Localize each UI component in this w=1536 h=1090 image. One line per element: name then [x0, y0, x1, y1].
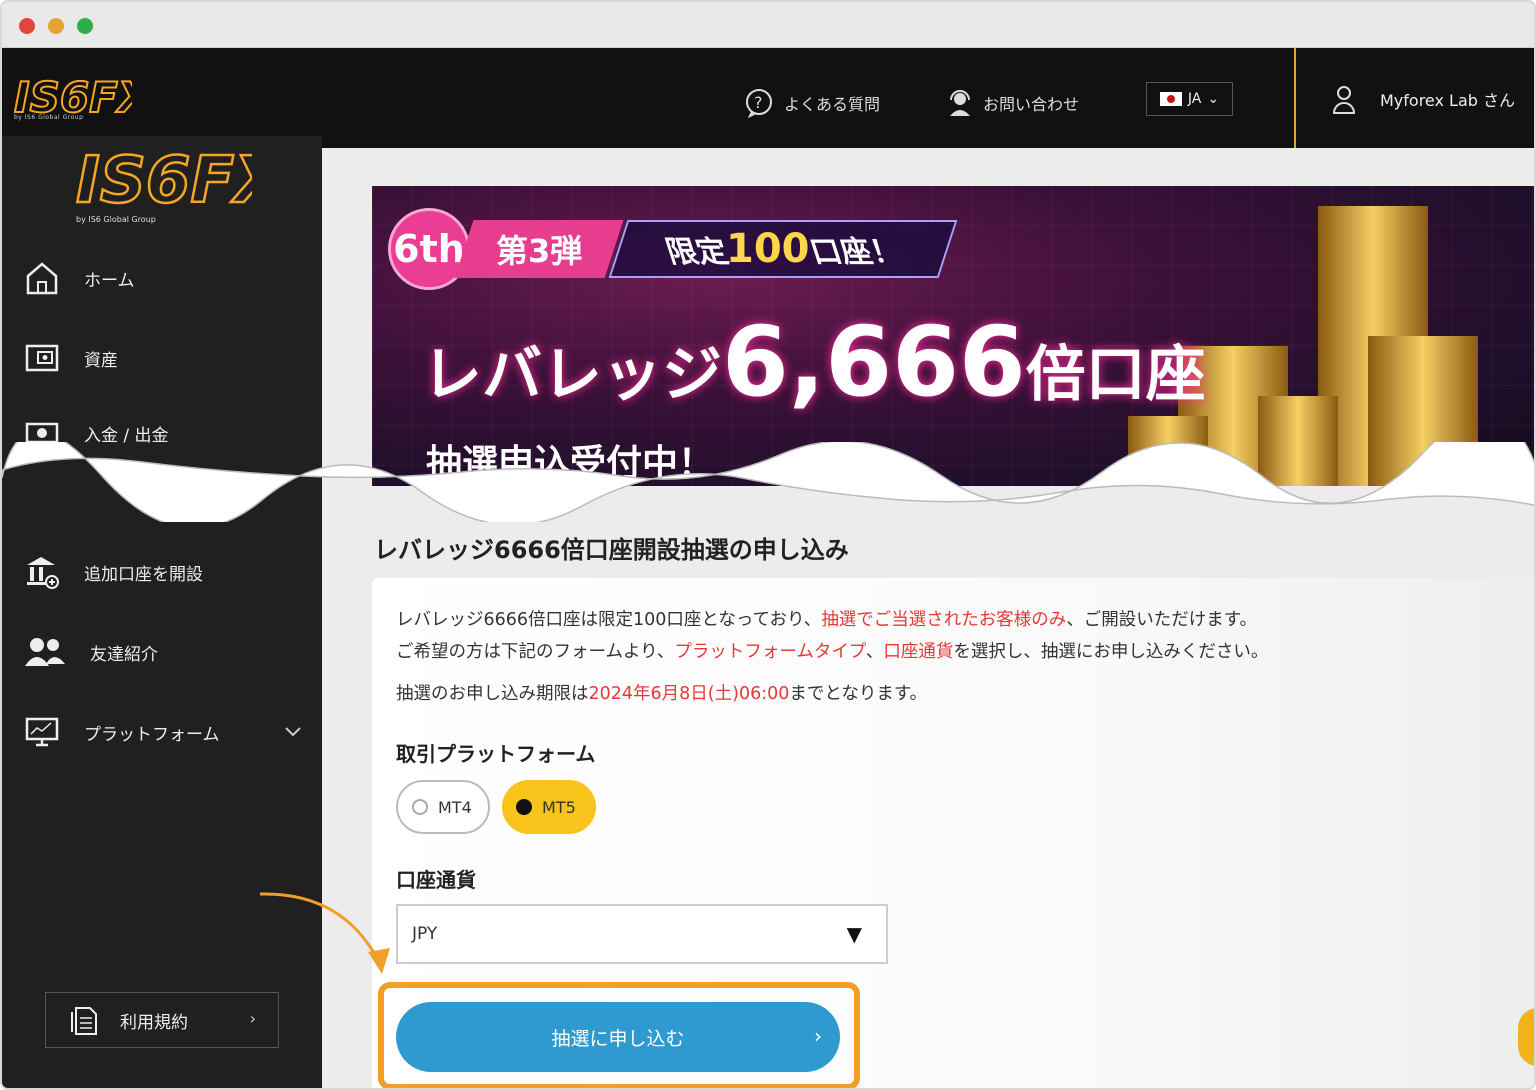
bank-add-icon	[27, 557, 59, 589]
friends-icon	[25, 638, 65, 666]
chevron-down-icon[interactable]	[284, 726, 302, 738]
sidebar-item-home[interactable]: ホーム	[24, 260, 135, 296]
window-titlebar	[2, 2, 1534, 48]
apply-lottery-button[interactable]: 抽選に申し込む ›	[396, 1002, 840, 1072]
chevron-right-icon: ›	[249, 1009, 256, 1028]
sidebar-item-label: 資産	[84, 350, 118, 371]
monitor-chart-icon	[25, 717, 59, 747]
svg-text:by IS6 Global Group: by IS6 Global Group	[76, 215, 156, 224]
sidebar-item-label: プラットフォーム	[84, 724, 220, 745]
platform-option-mt4[interactable]: MT4	[396, 780, 490, 834]
user-menu[interactable]: Myforex Lab さん	[1332, 84, 1515, 114]
contact-link[interactable]: お問い合わせ	[947, 88, 1079, 118]
headset-icon	[950, 90, 970, 116]
user-name: Myforex Lab さん	[1380, 91, 1516, 110]
minimize-window-button[interactable]	[48, 18, 64, 34]
chat-widget-button[interactable]	[1518, 1008, 1534, 1066]
pointer-arrow-annotation	[259, 892, 390, 974]
sidebar-item-assets[interactable]: 資産	[24, 342, 118, 374]
limited-badge: 限定100口座！	[608, 220, 958, 278]
campaign-banner[interactable]: 6th 第3弾 限定100口座！ レバレッジ6,666倍口座 抽選申込受付中！	[372, 186, 1534, 486]
sidebar-item-label: 友達紹介	[90, 644, 158, 665]
sidebar-item-label: ホーム	[84, 270, 135, 291]
japan-flag-icon	[1159, 92, 1182, 106]
currency-select[interactable]: JPY ▼	[396, 904, 888, 964]
brand-logo[interactable]: IS6FX	[12, 72, 132, 132]
language-code: JA	[1187, 91, 1202, 107]
faq-link[interactable]: ? よくある質問	[744, 88, 880, 118]
header-divider	[1294, 48, 1296, 148]
svg-text:IS6FX: IS6FX	[76, 144, 252, 218]
description-line-2: ご希望の方は下記のフォームより、プラットフォームタイプ、口座通貨を選択し、抽選に…	[396, 642, 1269, 662]
sidebar-item-platform[interactable]: プラットフォーム	[24, 716, 220, 748]
platform-label: 取引プラットフォーム	[396, 742, 596, 766]
radio-unselected-icon	[412, 799, 428, 815]
dropdown-triangle-icon: ▼	[846, 922, 862, 946]
banner-headline: レバレッジ6,666倍口座	[422, 306, 1206, 418]
deadline-line: 抽選のお申し込み期限は2024年6月8日(土)06:00までとなります。	[396, 684, 928, 704]
page-title: レバレッジ6666倍口座開設抽選の申し込み	[374, 536, 849, 564]
language-selector[interactable]: JA ⌄	[1146, 82, 1233, 116]
user-icon	[1332, 86, 1356, 114]
currency-label: 口座通貨	[396, 868, 476, 892]
series-badge: 第3弾	[454, 220, 624, 278]
top-navigation-bar: IS6FX by IS6 Global Group ? よくある質問 お問い合わ…	[2, 48, 1534, 148]
faq-label: よくある質問	[784, 95, 881, 114]
maximize-window-button[interactable]	[77, 18, 93, 34]
contact-label: お問い合わせ	[983, 95, 1080, 114]
sidebar-item-referral[interactable]: 友達紹介	[24, 636, 158, 668]
wallet-icon	[25, 344, 59, 372]
chevron-down-icon: ⌄	[1207, 91, 1220, 107]
platform-option-mt5[interactable]: MT5	[502, 780, 596, 834]
browser-window: IS6FX by IS6 Global Group ? よくある質問 お問い合わ…	[0, 0, 1536, 1090]
currency-value: JPY	[412, 924, 438, 944]
description-line-1: レバレッジ6666倍口座は限定100口座となっており、抽選でご当選されたお客様の…	[396, 610, 1258, 630]
terms-button[interactable]: 利用規約 ›	[45, 992, 279, 1048]
sidebar-item-label: 追加口座を開設	[84, 564, 203, 585]
home-icon	[26, 262, 58, 295]
close-window-button[interactable]	[19, 18, 35, 34]
radio-selected-icon	[516, 799, 532, 815]
svg-text:?: ?	[754, 93, 763, 112]
chevron-right-icon: ›	[814, 1024, 822, 1048]
terms-label: 利用規約	[120, 1012, 188, 1033]
torn-edge-divider	[2, 442, 1534, 522]
document-icon	[71, 1007, 97, 1035]
sidebar-brand-logo[interactable]: IS6FX by IS6 Global Group	[72, 144, 252, 224]
question-icon: ?	[746, 89, 772, 118]
sidebar-item-open-account[interactable]: 追加口座を開設	[24, 554, 203, 590]
brand-logo-sub: by IS6 Global Group	[14, 114, 84, 121]
